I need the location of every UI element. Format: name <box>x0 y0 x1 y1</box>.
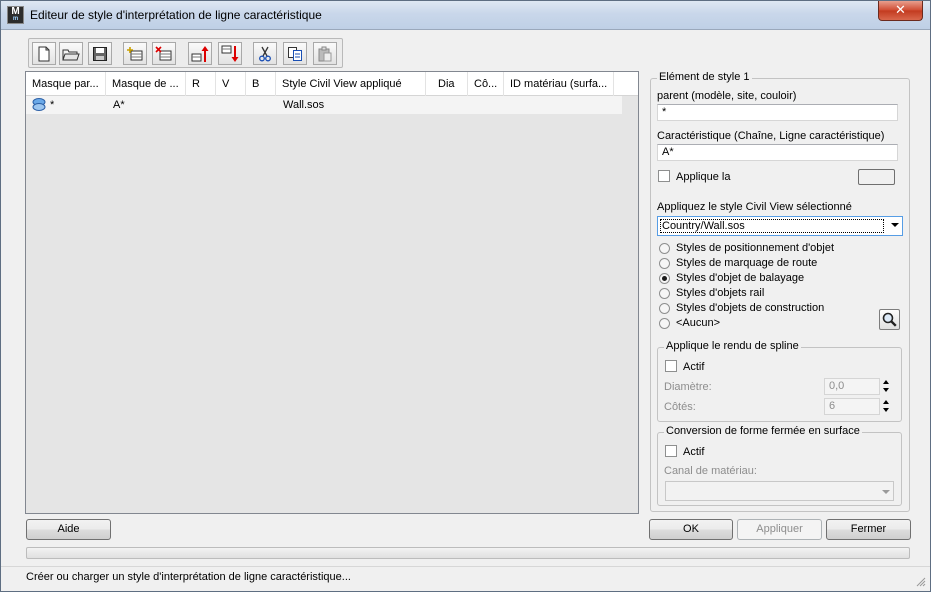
radio-label: <Aucun> <box>676 317 721 329</box>
cell-feature-mask: A* <box>113 99 125 111</box>
style-select[interactable]: Country/Wall.sos <box>657 216 903 236</box>
feature-label: Caractéristique (Chaîne, Ligne caractéri… <box>657 130 885 142</box>
radio-construction[interactable] <box>659 303 670 314</box>
style-select-value: Country/Wall.sos <box>660 219 884 233</box>
diameter-spinner[interactable] <box>881 378 891 394</box>
color-swatch[interactable] <box>858 169 895 185</box>
radio-sweep[interactable] <box>659 273 670 284</box>
column-header[interactable]: V <box>216 72 246 96</box>
sides-field[interactable]: 6 <box>824 398 880 415</box>
status-text: Créer ou charger un style d'interprétati… <box>26 571 351 583</box>
ok-button[interactable]: OK <box>649 519 733 540</box>
close-icon: ✕ <box>895 3 906 18</box>
app-icon-sub: m <box>12 16 19 22</box>
copy-icon <box>288 46 302 61</box>
new-icon <box>38 46 50 61</box>
close-button[interactable]: Fermer <box>826 519 911 540</box>
material-channel-label: Canal de matériau: <box>664 465 757 477</box>
feature-field[interactable]: A* <box>657 144 898 161</box>
conversion-group-title: Conversion de forme fermée en surface <box>664 425 862 437</box>
column-header[interactable]: Masque par... <box>26 72 106 96</box>
list-header: Masque par... Masque de ... R V B Style … <box>26 72 638 96</box>
move-down-button[interactable] <box>218 42 242 65</box>
resize-grip-icon[interactable] <box>916 577 926 587</box>
sides-spinner[interactable] <box>881 398 891 414</box>
chevron-down-icon <box>891 223 899 227</box>
column-header[interactable]: ID matériau (surfa... <box>504 72 614 96</box>
list-item[interactable]: * A* Wall.sos <box>26 96 622 114</box>
apply-button[interactable]: Appliquer <box>737 519 822 540</box>
column-header[interactable]: R <box>186 72 216 96</box>
radio-none[interactable] <box>659 318 670 329</box>
radio-label: Styles d'objets de construction <box>676 302 825 314</box>
radio-rail[interactable] <box>659 288 670 299</box>
diameter-field[interactable]: 0,0 <box>824 378 880 395</box>
dialog-window: M m Editeur de style d'interprétation de… <box>0 0 931 592</box>
copy-button[interactable] <box>283 42 307 65</box>
conversion-active-label: Actif <box>683 446 705 458</box>
conversion-active-checkbox[interactable] <box>665 445 677 457</box>
search-button[interactable] <box>879 309 900 330</box>
app-icon[interactable]: M m <box>7 6 24 24</box>
parent-field[interactable]: * <box>657 104 898 121</box>
search-icon <box>882 312 897 327</box>
progress-bar <box>26 547 910 559</box>
radio-label: Styles d'objets rail <box>676 287 765 299</box>
radio-label: Styles d'objet de balayage <box>676 272 805 284</box>
apply-style-label: Appliquez le style Civil View sélectionn… <box>657 201 852 213</box>
open-button[interactable] <box>59 42 83 65</box>
cut-button[interactable] <box>253 42 277 65</box>
radio-label: Styles de positionnement d'objet <box>676 242 835 254</box>
save-button[interactable] <box>88 42 112 65</box>
spline-active-label: Actif <box>683 361 705 373</box>
material-channel-select[interactable] <box>665 481 894 501</box>
radio-label: Styles de marquage de route <box>676 257 818 269</box>
new-button[interactable] <box>32 42 56 65</box>
column-header[interactable]: Cô... <box>468 72 504 96</box>
column-header[interactable]: Masque de ... <box>106 72 186 96</box>
move-up-button[interactable] <box>188 42 212 65</box>
status-bar: Créer ou charger un style d'interprétati… <box>1 566 930 591</box>
parent-label: parent (modèle, site, couloir) <box>657 90 797 102</box>
move-down-icon <box>221 45 239 62</box>
diameter-label: Diamètre: <box>664 381 712 393</box>
chevron-down-icon <box>882 490 890 494</box>
spline-active-checkbox[interactable] <box>665 360 677 372</box>
delete-row-button[interactable] <box>152 42 176 65</box>
apply-color-label: Applique la <box>676 171 731 183</box>
spline-group-title: Applique le rendu de spline <box>664 340 801 352</box>
delete-row-icon <box>155 45 172 60</box>
radio-positioning[interactable] <box>659 243 670 254</box>
sides-label: Côtés: <box>664 401 696 413</box>
move-up-icon <box>191 45 209 62</box>
radio-road-marking[interactable] <box>659 258 670 269</box>
paste-icon <box>318 46 332 61</box>
group-title: Elément de style 1 <box>657 71 752 83</box>
column-header[interactable]: Dia <box>432 72 468 96</box>
toolbar <box>28 38 343 68</box>
add-row-icon <box>127 46 143 60</box>
save-icon <box>93 46 107 61</box>
cell-applied-style: Wall.sos <box>283 99 325 111</box>
cell-parent-mask: * <box>50 99 55 111</box>
style-list[interactable]: Masque par... Masque de ... R V B Style … <box>25 71 639 514</box>
layers-icon <box>31 97 47 115</box>
window-title: Editeur de style d'interprétation de lig… <box>30 8 322 22</box>
column-header[interactable]: B <box>246 72 276 96</box>
add-row-button[interactable] <box>123 42 147 65</box>
title-bar[interactable]: M m Editeur de style d'interprétation de… <box>1 1 930 30</box>
paste-button[interactable] <box>313 42 337 65</box>
close-window-button[interactable]: ✕ <box>878 1 923 21</box>
help-button[interactable]: Aide <box>26 519 111 540</box>
apply-color-checkbox[interactable] <box>658 170 670 182</box>
column-header[interactable]: Style Civil View appliqué <box>276 72 426 96</box>
cut-icon <box>259 46 271 61</box>
open-folder-icon <box>62 49 80 60</box>
